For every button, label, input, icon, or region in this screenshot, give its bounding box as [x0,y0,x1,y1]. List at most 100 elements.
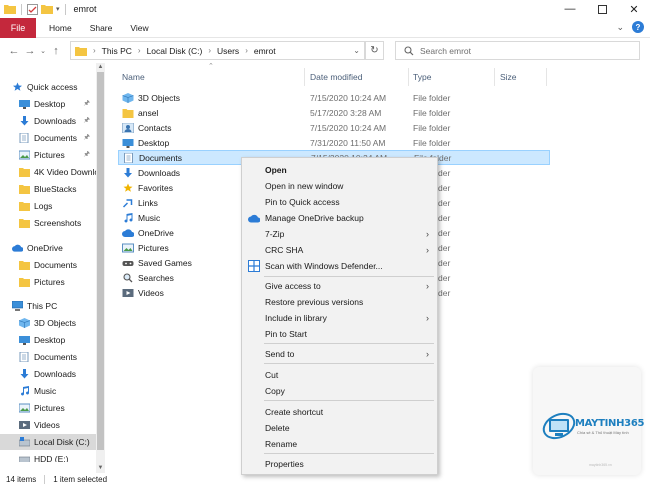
watermark-url: maytinh365.vn [589,463,612,467]
minimize-button[interactable]: — [554,0,586,18]
refresh-button[interactable]: ↻ [365,41,384,60]
menu-item-give-access[interactable]: Give access to › [242,278,437,293]
file-row-ansel[interactable]: ansel 5/17/2020 3:28 AM File folder [118,105,550,120]
sidebar-item-this-pc[interactable]: This PC [0,298,96,314]
sidebar-item-onedrive-documents[interactable]: Documents [0,257,96,273]
column-header-size[interactable]: Size [500,70,517,84]
sidebar-item-label: Downloads [34,116,77,126]
sidebar-item-quick-access[interactable]: Quick access [0,79,96,95]
sidebar-item-label: Pictures [34,150,65,160]
file-row-desktop[interactable]: Desktop 7/31/2020 11:50 AM File folder [118,135,550,150]
scroll-up-icon[interactable]: ▲ [96,63,105,72]
tab-share[interactable]: Share [81,18,122,38]
breadcrumb-users[interactable]: Users [217,46,239,56]
sidebar-item-desktop[interactable]: Desktop 🖈 [0,96,96,112]
navigation-scrollbar[interactable]: ▲ ▼ [96,63,105,473]
help-icon[interactable]: ? [632,21,644,33]
sidebar-item-screenshots[interactable]: Screenshots [0,215,96,231]
desktop-icon [19,336,30,345]
sidebar-item-pictures[interactable]: Pictures 🖈 [0,147,96,163]
maximize-button[interactable] [586,0,618,18]
menu-item-open[interactable]: Open [242,162,437,177]
sidebar-item-onedrive[interactable]: OneDrive [0,240,96,256]
close-button[interactable]: ✕ [618,0,650,18]
pin-icon[interactable]: 🖈 [84,133,90,144]
tab-view[interactable]: View [121,18,157,38]
sidebar-item-pc-documents[interactable]: Documents [0,349,96,365]
up-button[interactable]: ↑ [48,45,64,57]
menu-item-open-new-window[interactable]: Open in new window [242,178,437,193]
menu-item-create-shortcut[interactable]: Create shortcut [242,404,437,419]
search-input[interactable] [420,45,620,56]
pin-icon[interactable]: 🖈 [84,99,90,110]
menu-item-send-to[interactable]: Send to › [242,346,437,361]
menu-item-cut[interactable]: Cut [242,367,437,382]
sidebar-item-onedrive-pictures[interactable]: Pictures [0,274,96,290]
menu-item-pin-start[interactable]: Pin to Start [242,326,437,341]
pin-icon[interactable]: 🖈 [84,150,90,161]
menu-item-pin-quick-access[interactable]: Pin to Quick access [242,194,437,209]
column-divider[interactable] [304,68,305,86]
menu-separator [264,343,434,344]
sidebar-item-local-disk[interactable]: Local Disk (C:) [0,434,96,450]
sidebar-item-3d-objects[interactable]: 3D Objects [0,315,96,331]
submenu-arrow-icon: › [426,348,429,359]
breadcrumb-this-pc[interactable]: This PC [102,46,132,56]
menu-item-crc-sha[interactable]: CRC SHA › [242,242,437,257]
menu-item-manage-onedrive[interactable]: Manage OneDrive backup [242,210,437,225]
menu-item-include-library[interactable]: Include in library › [242,310,437,325]
address-bar[interactable]: › This PC › Local Disk (C:) › Users › em… [70,41,365,60]
scrollbar-thumb[interactable] [97,72,104,450]
menu-item-7zip[interactable]: 7-Zip › [242,226,437,241]
new-folder-icon[interactable] [41,4,53,14]
menu-item-copy[interactable]: Copy [242,383,437,398]
menu-item-properties[interactable]: Properties [242,456,437,471]
tab-home[interactable]: Home [40,18,81,38]
menu-item-restore-versions[interactable]: Restore previous versions [242,294,437,309]
star-icon [13,82,22,91]
sidebar-item-hdd[interactable]: HDD (E:) [0,451,96,462]
menu-item-rename[interactable]: Rename [242,436,437,451]
sidebar-item-pc-videos[interactable]: Videos [0,417,96,433]
column-divider[interactable] [546,68,547,86]
menu-item-label: Send to [265,348,295,359]
column-divider[interactable] [494,68,495,86]
breadcrumb-emrot[interactable]: emrot [254,46,276,56]
recent-locations-button[interactable]: ⌄ [38,47,48,55]
file-name: 3D Objects [138,92,181,103]
sidebar-item-documents[interactable]: Documents 🖈 [0,130,96,146]
properties-icon[interactable] [27,3,38,15]
breadcrumb-chevron-icon: › [137,46,141,55]
menu-item-scan-defender[interactable]: Scan with Windows Defender... [242,258,437,273]
folder-icon [4,5,16,14]
sidebar-item-pc-music[interactable]: Music [0,383,96,399]
scroll-down-icon[interactable]: ▼ [96,464,105,473]
chevron-down-icon[interactable]: ▾ [56,5,60,13]
sidebar-item-label: Documents [34,260,77,270]
sidebar-item-logs[interactable]: Logs [0,198,96,214]
search-box[interactable] [395,41,640,60]
file-row-contacts[interactable]: Contacts 7/15/2020 10:24 AM File folder [118,120,550,135]
sidebar-item-pc-pictures[interactable]: Pictures [0,400,96,416]
menu-item-label: Include in library [265,312,327,323]
sidebar-item-4k-video[interactable]: 4K Video Downlo [0,164,96,180]
column-header-date[interactable]: Date modified [310,70,362,84]
sidebar-item-downloads[interactable]: Downloads 🖈 [0,113,96,129]
back-button[interactable]: ← [6,45,22,57]
address-dropdown-icon[interactable]: ⌄ [353,46,360,55]
column-divider[interactable] [408,68,409,86]
sidebar-item-label: Documents [34,133,77,143]
column-header-type[interactable]: Type [413,70,431,84]
sidebar-item-pc-downloads[interactable]: Downloads [0,366,96,382]
expand-ribbon-icon[interactable]: ⌄ [616,22,624,33]
forward-button[interactable]: → [22,45,38,57]
pin-icon[interactable]: 🖈 [84,116,90,127]
toolbar-separator [21,3,22,15]
sidebar-item-pc-desktop[interactable]: Desktop [0,332,96,348]
sidebar-item-bluestacks[interactable]: BlueStacks [0,181,96,197]
file-row-3d-objects[interactable]: 3D Objects 7/15/2020 10:24 AM File folde… [118,90,550,105]
breadcrumb-local-disk[interactable]: Local Disk (C:) [147,46,203,56]
menu-item-delete[interactable]: Delete [242,420,437,435]
column-header-name[interactable]: Name [122,70,145,84]
tab-file[interactable]: File [0,17,36,38]
